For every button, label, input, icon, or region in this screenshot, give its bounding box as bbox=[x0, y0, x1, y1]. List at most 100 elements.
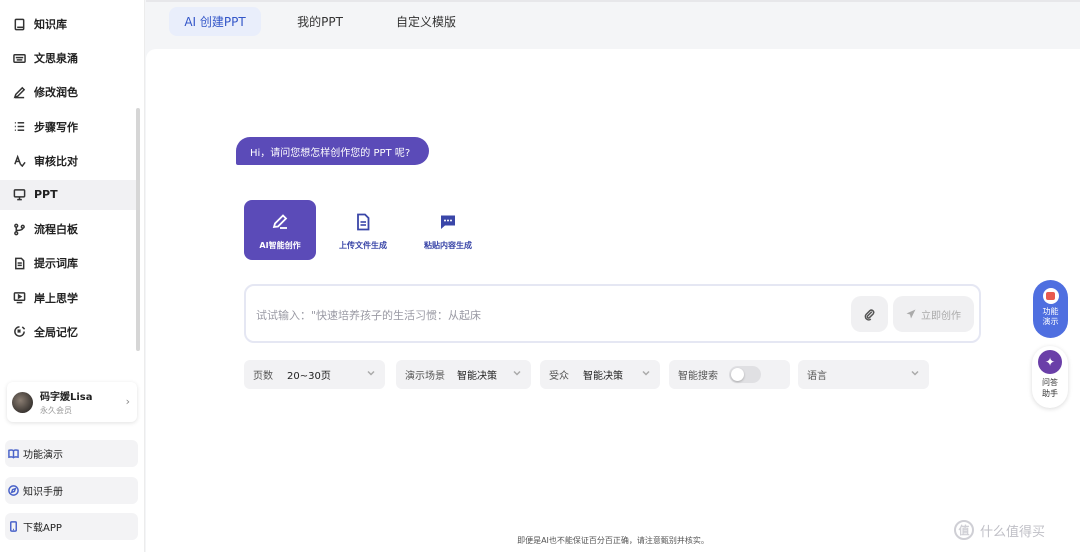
sidebar-item-review[interactable]: 审核比对 bbox=[0, 146, 138, 176]
language-select[interactable]: 语言 bbox=[798, 360, 929, 389]
audience-select[interactable]: 受众 智能决策 bbox=[540, 360, 660, 389]
floating-feature-demo[interactable]: 功能 演示 bbox=[1033, 280, 1068, 338]
floating-help-line2: 助手 bbox=[1042, 389, 1058, 398]
tab-ai-create-ppt[interactable]: AI 创建PPT bbox=[169, 7, 261, 36]
video-icon bbox=[12, 291, 26, 305]
sidebar-item-prompt-library[interactable]: 提示词库 bbox=[0, 248, 138, 278]
avatar bbox=[12, 391, 33, 413]
chevron-down-icon bbox=[513, 369, 521, 377]
assistant-icon: ✦ bbox=[1038, 350, 1062, 374]
prompt-input-box[interactable]: 试试输入："快速培养孩子的生活习惯：从起床 立即创作 bbox=[244, 284, 981, 343]
chevron-down-icon bbox=[367, 369, 375, 377]
sidebar-nav: 知识库 文思泉涌 修改润色 步骤写作 审核比对 PPT 流程白板 提示词库 岸上… bbox=[0, 9, 138, 351]
user-info: 码字媛Lisa 永久会员 bbox=[40, 388, 93, 416]
mode-ai-label: AI智能创作 bbox=[259, 241, 301, 250]
smart-search-toggle[interactable] bbox=[729, 366, 761, 383]
sidebar-item-learning[interactable]: 岸上思学 bbox=[0, 283, 138, 313]
pages-label: 页数 bbox=[253, 371, 273, 382]
flow-icon bbox=[12, 222, 26, 236]
mode-upload-label: 上传文件生成 bbox=[339, 241, 387, 250]
sidebar-item-label: 流程白板 bbox=[34, 223, 78, 237]
list-icon bbox=[12, 120, 26, 134]
ai-disclaimer: 即便是AI也不能保证百分百正确，请注意甄别并核实。 bbox=[517, 536, 709, 545]
edit-icon bbox=[270, 212, 290, 232]
sidebar-item-ppt[interactable]: PPT bbox=[0, 179, 138, 210]
pen-icon bbox=[12, 85, 26, 99]
sidebar-item-label: 修改润色 bbox=[34, 86, 78, 100]
sidebar-item-label: 全局记忆 bbox=[34, 325, 78, 339]
sidebar-item-label: 步骤写作 bbox=[34, 120, 78, 134]
file-icon bbox=[353, 212, 373, 232]
language-label: 语言 bbox=[807, 371, 827, 382]
chevron-down-icon bbox=[642, 369, 650, 377]
mode-upload-file[interactable]: 上传文件生成 bbox=[327, 200, 399, 260]
sidebar-item-label: 知识库 bbox=[34, 18, 67, 31]
user-card[interactable]: 码字媛Lisa 永久会员 › bbox=[7, 382, 137, 422]
knowledge-manual-label: 知识手册 bbox=[23, 487, 63, 498]
open-book-icon bbox=[8, 449, 19, 459]
chat-icon bbox=[438, 212, 458, 232]
document-icon bbox=[12, 256, 26, 270]
sidebar-item-knowledge-base[interactable]: 知识库 bbox=[0, 9, 138, 39]
book-icon bbox=[12, 17, 26, 31]
tab-custom-template[interactable]: 自定义模版 bbox=[382, 7, 470, 36]
memory-icon bbox=[12, 325, 26, 339]
tab-my-ppt[interactable]: 我的PPT bbox=[282, 7, 358, 36]
pages-value: 20~30页 bbox=[287, 371, 331, 382]
sidebar-item-label: 审核比对 bbox=[34, 154, 78, 168]
sidebar-item-label: PPT bbox=[34, 188, 58, 202]
watermark: 值 什么值得买 bbox=[954, 520, 1074, 540]
mode-paste-label: 粘贴内容生成 bbox=[424, 241, 472, 250]
presentation-icon bbox=[12, 188, 26, 202]
smart-search-label: 智能搜索 bbox=[678, 371, 718, 382]
scene-label: 演示场景 bbox=[405, 371, 445, 382]
scene-select[interactable]: 演示场景 智能决策 bbox=[396, 360, 531, 389]
feature-demo-label: 功能演示 bbox=[23, 450, 63, 461]
toggle-knob bbox=[731, 368, 744, 381]
download-app-label: 下载APP bbox=[23, 523, 62, 534]
sidebar-item-step-writing[interactable]: 步骤写作 bbox=[0, 112, 138, 142]
user-name: 码字媛Lisa bbox=[40, 392, 93, 403]
floating-demo-line2: 演示 bbox=[1042, 317, 1059, 326]
chevron-down-icon bbox=[911, 369, 919, 377]
prompt-input-placeholder[interactable]: 试试输入："快速培养孩子的生活习惯：从起床 bbox=[256, 307, 481, 323]
sidebar-item-label: 提示词库 bbox=[34, 257, 78, 271]
sidebar-item-global-memory[interactable]: 全局记忆 bbox=[0, 317, 138, 347]
attach-button[interactable] bbox=[851, 296, 888, 332]
mode-ai-create[interactable]: AI智能创作 bbox=[244, 200, 316, 260]
tab-bar: AI 创建PPT 我的PPT 自定义模版 bbox=[146, 0, 1080, 39]
sidebar-item-polish[interactable]: 修改润色 bbox=[0, 77, 138, 107]
watermark-logo: 值 bbox=[954, 520, 974, 540]
floating-qa-assistant[interactable]: ✦ 问答 助手 bbox=[1032, 346, 1068, 408]
create-now-label: 立即创作 bbox=[921, 310, 961, 322]
sidebar-scrollbar[interactable] bbox=[136, 108, 140, 351]
compass-icon bbox=[8, 485, 19, 496]
sidebar-item-flow-board[interactable]: 流程白板 bbox=[0, 214, 138, 244]
download-app-button[interactable]: 下载APP bbox=[5, 513, 138, 540]
mode-paste-content[interactable]: 粘贴内容生成 bbox=[412, 200, 484, 260]
watermark-text: 什么值得买 bbox=[980, 524, 1046, 540]
chevron-right-icon: › bbox=[125, 395, 130, 408]
scene-value: 智能决策 bbox=[457, 371, 497, 382]
create-now-button[interactable]: 立即创作 bbox=[893, 296, 974, 332]
audience-label: 受众 bbox=[549, 371, 569, 382]
smart-search-option: 智能搜索 bbox=[669, 360, 790, 389]
sidebar: 知识库 文思泉涌 修改润色 步骤写作 审核比对 PPT 流程白板 提示词库 岸上… bbox=[0, 0, 145, 552]
greeting-bubble: Hi，请问您想怎样创作您的 PPT 呢? bbox=[236, 137, 429, 165]
play-icon bbox=[1042, 288, 1059, 304]
knowledge-manual-button[interactable]: 知识手册 bbox=[5, 477, 138, 504]
audience-value: 智能决策 bbox=[583, 371, 623, 382]
keyboard-icon bbox=[12, 51, 26, 65]
sidebar-item-label: 文思泉涌 bbox=[34, 52, 78, 66]
floating-demo-line1: 功能 bbox=[1042, 307, 1059, 316]
feature-demo-button[interactable]: 功能演示 bbox=[5, 440, 138, 467]
floating-help-line1: 问答 bbox=[1042, 378, 1058, 387]
check-text-icon bbox=[12, 154, 26, 168]
phone-icon bbox=[10, 521, 17, 532]
pages-select[interactable]: 页数 20~30页 bbox=[244, 360, 385, 389]
sidebar-item-label: 岸上思学 bbox=[34, 291, 78, 305]
sidebar-item-writing[interactable]: 文思泉涌 bbox=[0, 43, 138, 73]
user-membership: 永久会员 bbox=[40, 406, 72, 415]
send-icon bbox=[906, 309, 916, 319]
paperclip-icon bbox=[864, 308, 875, 321]
